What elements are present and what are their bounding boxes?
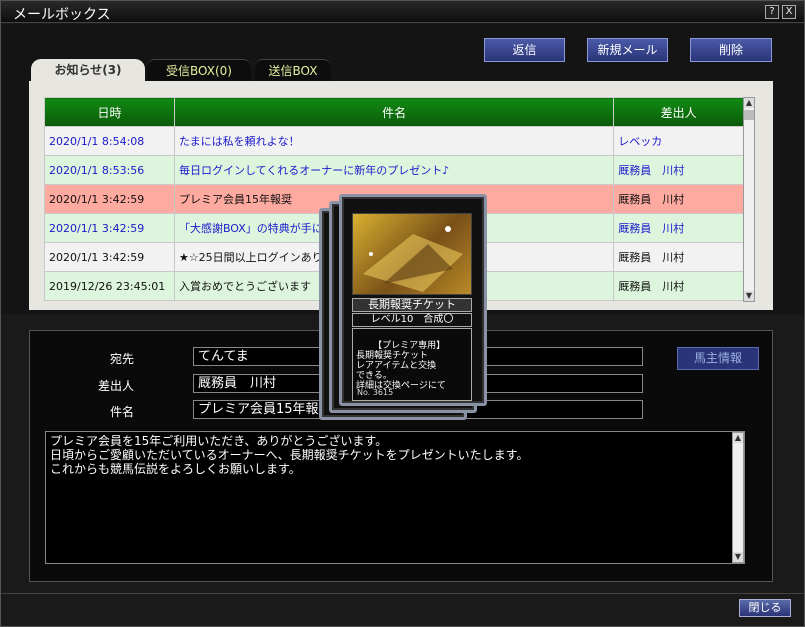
row-date: 2020/1/1 8:54:08 xyxy=(44,126,175,156)
trophy-ticket-icon xyxy=(363,226,463,292)
subject-label: 件名 xyxy=(109,405,134,419)
column-header-sender[interactable]: 差出人 xyxy=(613,97,744,127)
item-card: 長期報奨チケット レベル10 合成〇 【プレミア専用】 長期報奨チケット レアア… xyxy=(339,194,487,406)
scroll-down-arrow-icon[interactable]: ▼ xyxy=(744,291,754,301)
message-body-text: プレミア会員を15年ご利用いただき、ありがとうございます。 日頃からご愛顧いただ… xyxy=(50,434,529,476)
new-mail-button[interactable]: 新規メール xyxy=(587,38,668,62)
item-card-name: 長期報奨チケット xyxy=(352,298,472,312)
title-bar: メールボックス ? X xyxy=(1,1,804,23)
help-button[interactable]: ? xyxy=(765,5,779,19)
row-date: 2019/12/26 23:45:01 xyxy=(44,271,175,301)
message-body[interactable]: プレミア会員を15年ご利用いただき、ありがとうございます。 日頃からご愛顧いただ… xyxy=(45,431,745,564)
tab-notices[interactable]: お知らせ(3) xyxy=(31,59,145,81)
window-title: メールボックス xyxy=(13,7,111,23)
row-date: 2020/1/1 3:42:59 xyxy=(44,184,175,214)
row-subject: たまには私を頼れよな！ xyxy=(173,126,615,156)
row-sender: 厩務員 川村 xyxy=(613,184,744,214)
footer-divider xyxy=(1,593,804,594)
close-button[interactable]: 閉じる xyxy=(739,599,791,617)
table-row[interactable]: 2020/1/1 8:53:56 毎日ログインしてくれるオーナーに新年のプレゼン… xyxy=(44,155,744,185)
row-date: 2020/1/1 3:42:59 xyxy=(44,213,175,243)
tab-outbox[interactable]: 送信BOX xyxy=(255,59,331,81)
delete-button[interactable]: 削除 xyxy=(690,38,772,62)
body-scrollbar[interactable]: ▲ ▼ xyxy=(732,432,744,563)
row-sender: 厩務員 川村 xyxy=(613,213,744,243)
list-scrollbar[interactable]: ▲ ▼ xyxy=(743,97,755,302)
to-label: 宛先 xyxy=(109,352,134,366)
window-close-button[interactable]: X xyxy=(782,5,796,19)
row-sender: 厩務員 川村 xyxy=(613,155,744,185)
row-date: 2020/1/1 8:53:56 xyxy=(44,155,175,185)
table-header-row: 日時 件名 差出人 xyxy=(44,97,744,127)
item-card-description-text: 【プレミア専用】 長期報奨チケット レアアイテムと交換 できる。 詳細は交換ペー… xyxy=(356,341,446,391)
scroll-down-arrow-icon[interactable]: ▼ xyxy=(733,552,743,562)
row-sender: 厩務員 川村 xyxy=(613,271,744,301)
scroll-up-arrow-icon[interactable]: ▲ xyxy=(744,98,754,108)
item-card-number: No. 3615 xyxy=(357,388,394,397)
column-header-date[interactable]: 日時 xyxy=(44,97,175,127)
item-card-level: レベル10 合成〇 xyxy=(352,313,472,327)
row-sender: 厩務員 川村 xyxy=(613,242,744,272)
scroll-thumb[interactable] xyxy=(744,110,754,120)
mailbox-window: メールボックス ? X 返信 新規メール 削除 お知らせ(3) 受信BOX(0)… xyxy=(0,0,805,627)
tab-inbox[interactable]: 受信BOX(0) xyxy=(147,59,251,81)
owner-info-button[interactable]: 馬主情報 xyxy=(677,347,759,370)
column-header-subject[interactable]: 件名 xyxy=(173,97,615,127)
item-card-art xyxy=(352,213,472,295)
scroll-up-arrow-icon[interactable]: ▲ xyxy=(733,433,743,443)
row-subject: 毎日ログインしてくれるオーナーに新年のプレゼント♪ xyxy=(173,155,615,185)
reply-button[interactable]: 返信 xyxy=(484,38,565,62)
table-row[interactable]: 2020/1/1 8:54:08 たまには私を頼れよな！ レベッカ xyxy=(44,126,744,156)
row-sender: レベッカ xyxy=(613,126,744,156)
row-date: 2020/1/1 3:42:59 xyxy=(44,242,175,272)
from-label: 差出人 xyxy=(97,379,134,393)
item-card-description: 【プレミア専用】 長期報奨チケット レアアイテムと交換 できる。 詳細は交換ペー… xyxy=(352,328,472,401)
